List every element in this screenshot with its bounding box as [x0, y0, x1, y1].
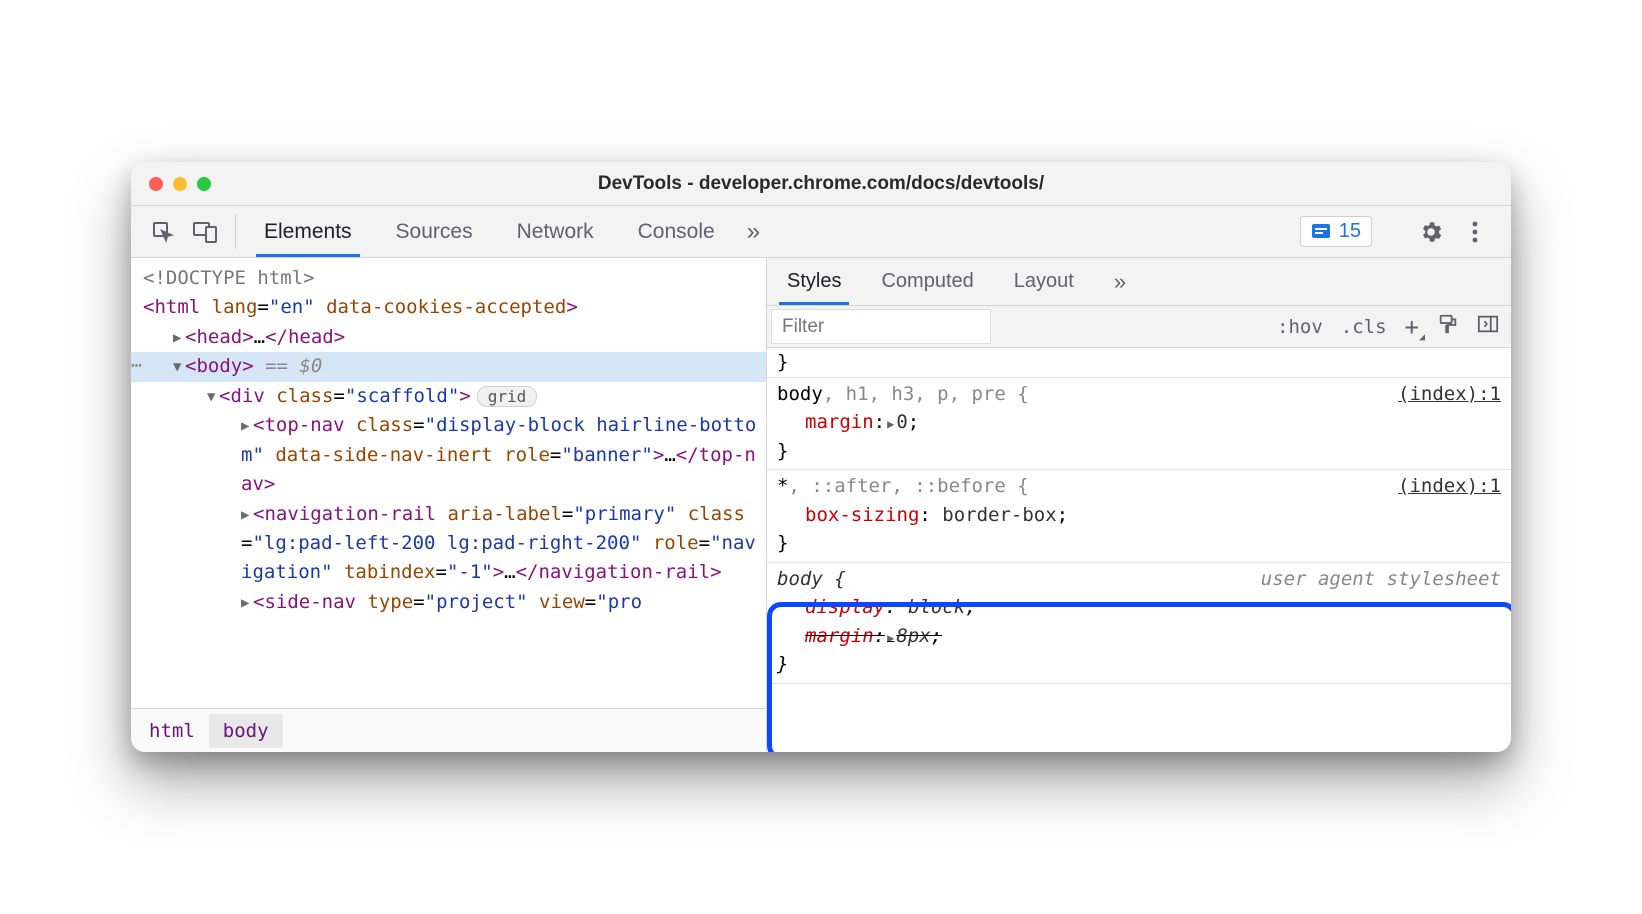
- toolbar-divider: [235, 214, 236, 249]
- dom-head[interactable]: ▶<head>…</head>: [131, 323, 766, 352]
- settings-gear-icon[interactable]: [1417, 218, 1445, 246]
- more-tabs-icon[interactable]: »: [737, 206, 770, 257]
- elements-pane: <!DOCTYPE html> <html lang="en" data-coo…: [131, 258, 767, 752]
- rule-stub[interactable]: }: [767, 348, 1511, 378]
- styles-tabs: Styles Computed Layout »: [767, 258, 1511, 306]
- dom-body-selected[interactable]: ⋯ ▼<body> == $0: [131, 352, 766, 381]
- cls-toggle[interactable]: .cls: [1341, 316, 1387, 338]
- content-area: <!DOCTYPE html> <html lang="en" data-coo…: [131, 258, 1511, 752]
- styles-tab-layout[interactable]: Layout: [994, 258, 1094, 305]
- styles-tab-computed[interactable]: Computed: [861, 258, 993, 305]
- rule-source-ua: user agent stylesheet: [1261, 565, 1501, 594]
- kebab-menu-icon[interactable]: [1461, 218, 1489, 246]
- breadcrumb-html[interactable]: html: [135, 714, 209, 748]
- tab-console[interactable]: Console: [616, 206, 737, 257]
- dom-sidenav[interactable]: ▶<side-nav type="project" view="pro: [131, 588, 766, 617]
- window-title: DevTools - developer.chrome.com/docs/dev…: [131, 173, 1511, 195]
- window-controls: [149, 177, 211, 191]
- main-tabs: Elements Sources Network Console: [242, 206, 737, 257]
- new-rule-plus-icon[interactable]: +◢: [1405, 313, 1419, 341]
- style-rule-user-agent[interactable]: user agent stylesheet body { display: bl…: [767, 563, 1511, 684]
- tab-network[interactable]: Network: [495, 206, 616, 257]
- window-titlebar: DevTools - developer.chrome.com/docs/dev…: [131, 162, 1511, 206]
- styles-rules[interactable]: } (index):1 body, h1, h3, p, pre { margi…: [767, 348, 1511, 752]
- issues-count: 15: [1339, 220, 1361, 243]
- rule-source-link[interactable]: (index):1: [1398, 380, 1501, 409]
- dom-doctype[interactable]: <!DOCTYPE html>: [131, 264, 766, 293]
- styles-filter-input[interactable]: [771, 309, 991, 344]
- tab-elements[interactable]: Elements: [242, 206, 374, 257]
- style-rule-1[interactable]: (index):1 body, h1, h3, p, pre { margin:…: [767, 378, 1511, 471]
- hov-toggle[interactable]: :hov: [1277, 316, 1323, 338]
- issues-icon: [1311, 223, 1331, 241]
- dom-scaffold[interactable]: ▼<div class="scaffold">grid: [131, 382, 766, 411]
- issues-badge[interactable]: 15: [1300, 216, 1372, 247]
- dom-html-open[interactable]: <html lang="en" data-cookies-accepted>: [131, 293, 766, 322]
- main-toolbar: Elements Sources Network Console » 15: [131, 206, 1511, 258]
- style-rule-2[interactable]: (index):1 *, ::after, ::before { box-siz…: [767, 470, 1511, 563]
- breadcrumb: html body: [131, 708, 766, 752]
- layout-badge-grid[interactable]: grid: [477, 386, 538, 407]
- dom-topnav[interactable]: ▶<top-nav class="display-block hairline-…: [131, 411, 766, 499]
- device-toggle-icon[interactable]: [191, 218, 219, 246]
- close-window-button[interactable]: [149, 177, 163, 191]
- devtools-window: DevTools - developer.chrome.com/docs/dev…: [131, 162, 1511, 752]
- dom-tree[interactable]: <!DOCTYPE html> <html lang="en" data-coo…: [131, 258, 766, 708]
- dom-navrail[interactable]: ▶<navigation-rail aria-label="primary" c…: [131, 500, 766, 588]
- toggle-sidebar-icon[interactable]: [1477, 314, 1499, 339]
- styles-pane: Styles Computed Layout » :hov .cls +◢: [767, 258, 1511, 752]
- rule-source-link[interactable]: (index):1: [1398, 472, 1501, 501]
- styles-tab-styles[interactable]: Styles: [767, 258, 861, 305]
- styles-filter-tools: :hov .cls +◢: [991, 306, 1511, 347]
- tab-sources[interactable]: Sources: [374, 206, 495, 257]
- styles-tab-overflow-icon[interactable]: »: [1094, 258, 1146, 305]
- breadcrumb-body[interactable]: body: [209, 714, 283, 748]
- toolbar-right: 15: [1286, 206, 1503, 257]
- inspect-element-icon[interactable]: [149, 218, 177, 246]
- maximize-window-button[interactable]: [197, 177, 211, 191]
- format-brush-icon[interactable]: [1437, 313, 1459, 340]
- toolbar-left: [139, 206, 229, 257]
- minimize-window-button[interactable]: [173, 177, 187, 191]
- gutter-ellipsis-icon[interactable]: ⋯: [131, 352, 142, 380]
- styles-filterbar: :hov .cls +◢: [767, 306, 1511, 348]
